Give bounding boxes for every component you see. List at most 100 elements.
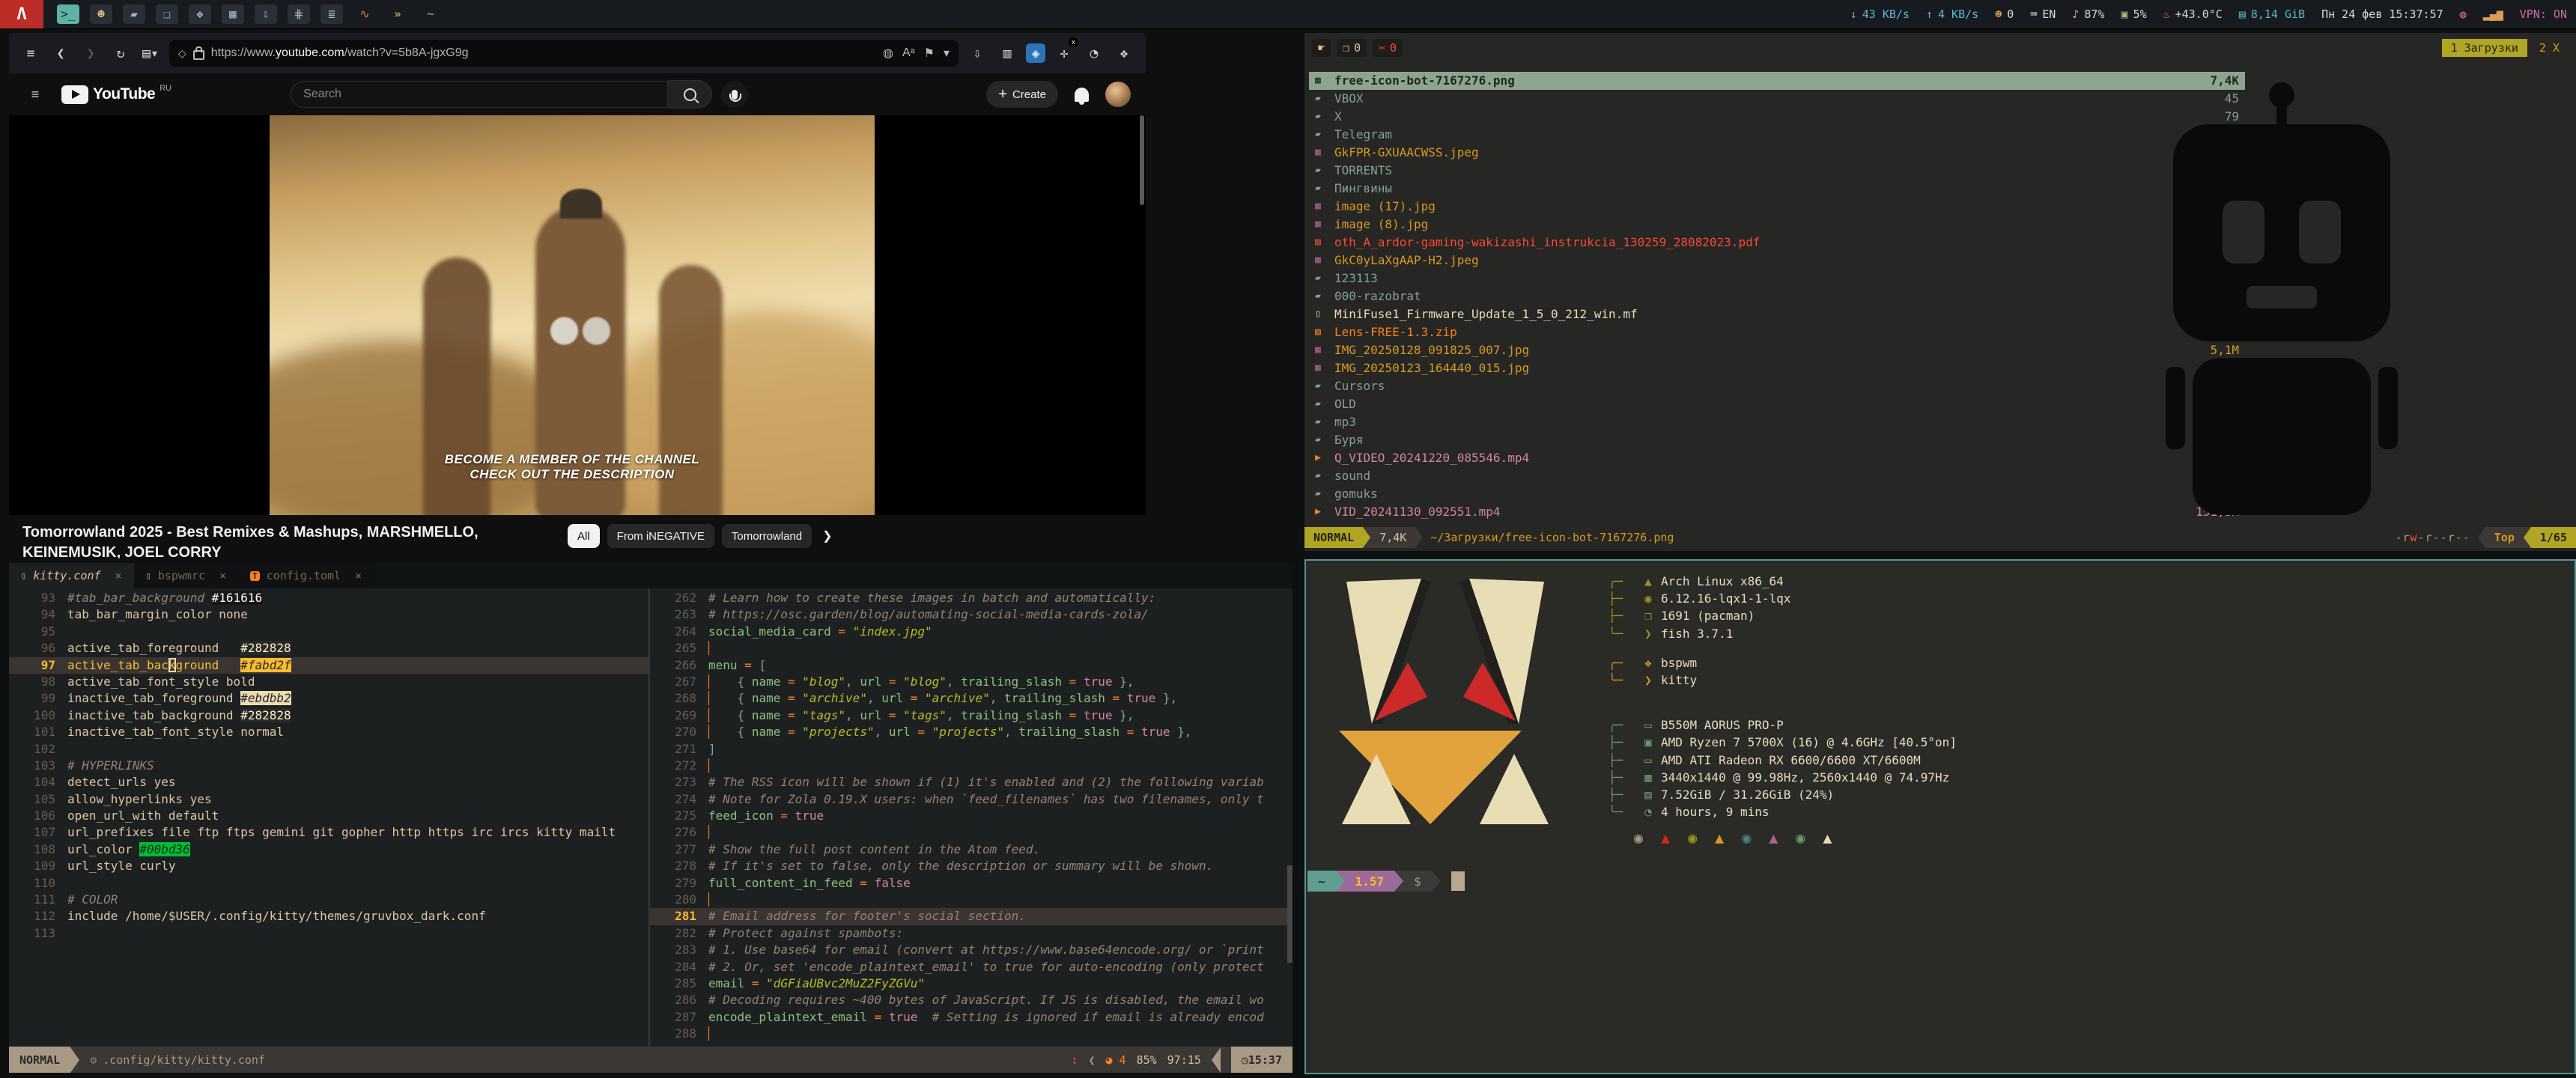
url-text[interactable]: https://www.youtube.com/watch?v=5b8A-jgx…	[211, 46, 876, 60]
windows-icon[interactable]: ❖	[189, 4, 211, 24]
net-down[interactable]: ↓43 KB/s	[1850, 7, 1910, 21]
tilde-icon[interactable]: ~	[419, 4, 442, 24]
bookmark-flag-icon[interactable]: ⚑	[924, 46, 935, 61]
editor-scrollbar[interactable]	[1287, 865, 1292, 963]
temperature[interactable]: ♨+43.0°C	[2163, 7, 2223, 21]
file-row[interactable]: ▰OLD0	[1309, 395, 2245, 413]
grid-icon[interactable]: ⋕	[288, 4, 310, 24]
file-row[interactable]: ▰X79	[1309, 108, 2245, 126]
fm-tab[interactable]: 2 X	[2530, 39, 2569, 57]
file-row[interactable]: ▦image (8).jpg212,4K	[1309, 216, 2245, 234]
file-row[interactable]: ▶VID_20241130_092551.mp4151,3M	[1309, 503, 2245, 521]
list-icon[interactable]: ≣	[321, 4, 343, 24]
reader-list-icon[interactable]: ▤▾	[139, 42, 162, 64]
files-icon[interactable]: ▰	[123, 4, 145, 24]
yt-hamburger-icon[interactable]: ≡	[24, 83, 46, 106]
translate-icon[interactable]: Aᵃ	[902, 46, 915, 60]
screenshot-extension-icon[interactable]: ✛	[1053, 42, 1075, 64]
forward-icon[interactable]: ❯	[79, 42, 102, 64]
search-input[interactable]	[291, 81, 668, 108]
url-bar[interactable]: ◇ https://www.youtube.com/watch?v=5b8A-j…	[169, 40, 959, 67]
file-row[interactable]: ▨oth_A_ardor-gaming-wakizashi_instrukcia…	[1309, 234, 2245, 252]
select-hand-icon[interactable]: ☛	[1312, 39, 1331, 57]
fm-tab[interactable]: 1 Загрузки	[2442, 39, 2527, 57]
notifications[interactable]: ◍	[2460, 7, 2467, 21]
create-button[interactable]: +Create	[986, 81, 1058, 108]
file-row[interactable]: ▦IMG_20250123_164440_015.jpg3,6M	[1309, 359, 2245, 377]
signal[interactable]: ▂▄▆	[2483, 7, 2503, 21]
volume[interactable]: ♪87%	[2072, 7, 2104, 21]
shell-prompt[interactable]: ~ 1.57 $	[1307, 871, 1465, 892]
file-row[interactable]: ▯MiniFuse1_Firmware_Update_1_5_0_212_win…	[1309, 305, 2245, 323]
close-icon[interactable]: ×	[115, 569, 122, 582]
editor-tab-kitty.conf[interactable]: ▯kitty.conf×	[9, 563, 134, 588]
proxy-extension-icon[interactable]: ◔	[1083, 42, 1105, 64]
file-row[interactable]: ▦free-icon-bot-7167276.png7,4K	[1309, 72, 2245, 90]
file-row[interactable]: ▦image (17).jpg236,7K	[1309, 198, 2245, 216]
file-row[interactable]: ▰Буря0	[1309, 431, 2245, 449]
dropdown-caret-icon[interactable]: ▾	[944, 46, 950, 61]
sidebar-icon[interactable]: ▥	[996, 42, 1018, 64]
arch-launcher-icon[interactable]: Λ	[0, 0, 43, 28]
close-icon[interactable]: ×	[355, 569, 362, 582]
rss-icon[interactable]: ◍	[883, 46, 893, 61]
net-up[interactable]: ↑4 KB/s	[1926, 7, 1978, 21]
reload-icon[interactable]: ↻	[109, 42, 132, 64]
filter-chip[interactable]: All	[568, 524, 600, 548]
menu-icon[interactable]: ≡	[19, 42, 42, 64]
search-button[interactable]	[668, 80, 712, 109]
pomodoro-icon[interactable]: ◕ 4	[1105, 1053, 1126, 1067]
file-row[interactable]: ▰mp377	[1309, 413, 2245, 431]
terminal-icon[interactable]: >_	[57, 4, 79, 24]
youtube-logo[interactable]: YouTube RU	[61, 85, 171, 104]
fetch-text: 1691 (pacman)	[1661, 607, 1755, 624]
file-row[interactable]: ▦GkFPR-GXUAACWSS.jpeg128,4K	[1309, 144, 2245, 162]
mic-button[interactable]	[721, 81, 748, 108]
filter-chip[interactable]: Tomorrowland	[722, 524, 812, 548]
file-row[interactable]: ▰1231132	[1309, 270, 2245, 287]
image-icon[interactable]: ▦	[222, 4, 244, 24]
file-row[interactable]: ▰gomuks10	[1309, 485, 2245, 503]
downloads-icon[interactable]: ⇩	[966, 42, 988, 64]
keyboard-layout[interactable]: ⌨EN	[2030, 7, 2056, 21]
vpn-status[interactable]: VPN: ON	[2520, 7, 2567, 21]
memory[interactable]: ▤8,14 GiB	[2239, 7, 2305, 21]
extensions-puzzle-icon[interactable]: ❖	[1113, 42, 1135, 64]
shield-icon[interactable]: ◇	[178, 47, 186, 60]
file-row[interactable]: ▰Cursors4	[1309, 377, 2245, 395]
image-preview-robot	[2166, 82, 2405, 524]
extension-blue-icon[interactable]: ◈	[1026, 43, 1045, 63]
file-row[interactable]: ▶Q_VIDEO_20241220_085546.mp497,2M	[1309, 449, 2245, 467]
file-row[interactable]: ▰TORRENTS35	[1309, 162, 2245, 180]
video-icon: ▶	[1315, 503, 1334, 521]
editor-pane-config-toml[interactable]: 262# Learn how to create these images in…	[650, 588, 1292, 1047]
bot-icon[interactable]: ☻	[90, 4, 112, 24]
chat-icon[interactable]: ❏	[156, 4, 178, 24]
notifications-bell-icon[interactable]	[1075, 88, 1089, 102]
filter-chip[interactable]: From iNEGATIVE	[607, 524, 714, 548]
video-player[interactable]: BECOME A MEMBER OF THE CHANNEL CHECK OUT…	[9, 115, 1146, 515]
editor-tab-config.toml[interactable]: Tconfig.toml×	[238, 563, 374, 588]
editor-pane-kitty-conf[interactable]: 93#tab_bar_background #16161694tab_bar_m…	[9, 588, 648, 1047]
ghost-counter[interactable]: ☻0	[1995, 7, 2014, 21]
pulse-icon[interactable]: ∿	[353, 4, 376, 24]
file-row[interactable]: ▰Telegram205	[1309, 126, 2245, 144]
file-row[interactable]: ▰000-razobrat10	[1309, 287, 2245, 305]
file-row[interactable]: ▦IMG_20250128_091825_007.jpg5,1M	[1309, 341, 2245, 359]
clock[interactable]: Пн 24 фев 15:37:57	[2321, 7, 2443, 21]
browser-scrollbar[interactable]	[1140, 115, 1144, 205]
avatar[interactable]	[1105, 82, 1131, 107]
file-row[interactable]: ▦GkC0yLaXgAAP-H2.jpeg112,2K	[1309, 252, 2245, 270]
editor-tab-bspwmrc[interactable]: ▯bspwmrc×	[134, 563, 238, 588]
chevrons-icon[interactable]: »	[386, 4, 409, 24]
back-icon[interactable]: ❮	[49, 42, 72, 64]
close-icon[interactable]: ×	[219, 569, 226, 582]
net-up-icon: ↑	[1926, 7, 1933, 21]
file-row[interactable]: ▰Пингвины16	[1309, 180, 2245, 198]
file-row[interactable]: ▰sound2	[1309, 467, 2245, 485]
cpu-load[interactable]: ▣5%	[2121, 7, 2146, 21]
file-row[interactable]: ▧Lens-FREE-1.3.zip32,9M	[1309, 323, 2245, 341]
chips-chevron-right-icon[interactable]: ❯	[822, 529, 832, 543]
file-row[interactable]: ▰VBOX45	[1309, 90, 2245, 108]
download-icon[interactable]: ⇩	[255, 4, 277, 24]
